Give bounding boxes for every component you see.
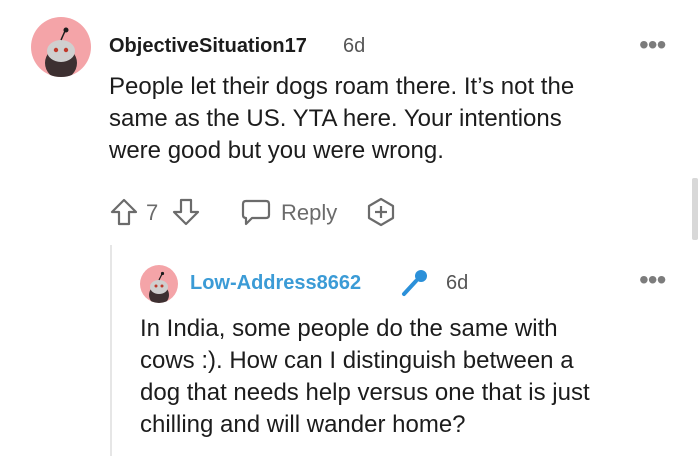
upvote-icon[interactable] <box>108 196 140 228</box>
comment-bubble-icon <box>241 199 271 226</box>
reply-button[interactable]: Reply <box>240 196 340 228</box>
comment-timestamp: 6d <box>343 35 366 57</box>
comment-body: People let their dogs roam there. It’s n… <box>109 71 669 167</box>
avatar[interactable] <box>31 17 91 77</box>
thread-line[interactable] <box>110 245 112 456</box>
comment-username[interactable]: Low-Address8662 <box>190 272 361 295</box>
comment-body-line: dog that needs help versus one that is j… <box>140 379 590 406</box>
comment-body-line: cows :). How can I distinguish between a <box>140 347 574 374</box>
microphone-icon <box>399 267 431 299</box>
comment-body-line: People let their dogs roam there. It’s n… <box>109 73 575 100</box>
more-options-icon[interactable]: ••• <box>639 31 666 59</box>
avatar[interactable] <box>140 265 178 303</box>
award-button[interactable] <box>365 196 397 228</box>
scrollbar[interactable] <box>692 178 698 240</box>
more-options-icon[interactable]: ••• <box>639 266 666 294</box>
snoo-avatar-icon <box>149 271 169 303</box>
comment-timestamp: 6d <box>446 272 469 294</box>
comment-body-line: same as the US. YTA here. Your intention… <box>109 105 562 132</box>
snoo-avatar-icon <box>45 27 77 77</box>
comment-body-line: chilling and will wander home? <box>140 411 466 438</box>
reply-label: Reply <box>281 200 338 225</box>
vote-count: 7 <box>146 200 159 225</box>
downvote-icon[interactable] <box>170 196 202 228</box>
comment-username[interactable]: ObjectiveSituation17 <box>109 35 307 58</box>
award-plus-icon <box>367 197 395 227</box>
comment-body: In India, some people do the same with c… <box>140 313 680 441</box>
comment-body-line: In India, some people do the same with <box>140 315 558 342</box>
comment-body-line: were good but you were wrong. <box>109 137 444 164</box>
